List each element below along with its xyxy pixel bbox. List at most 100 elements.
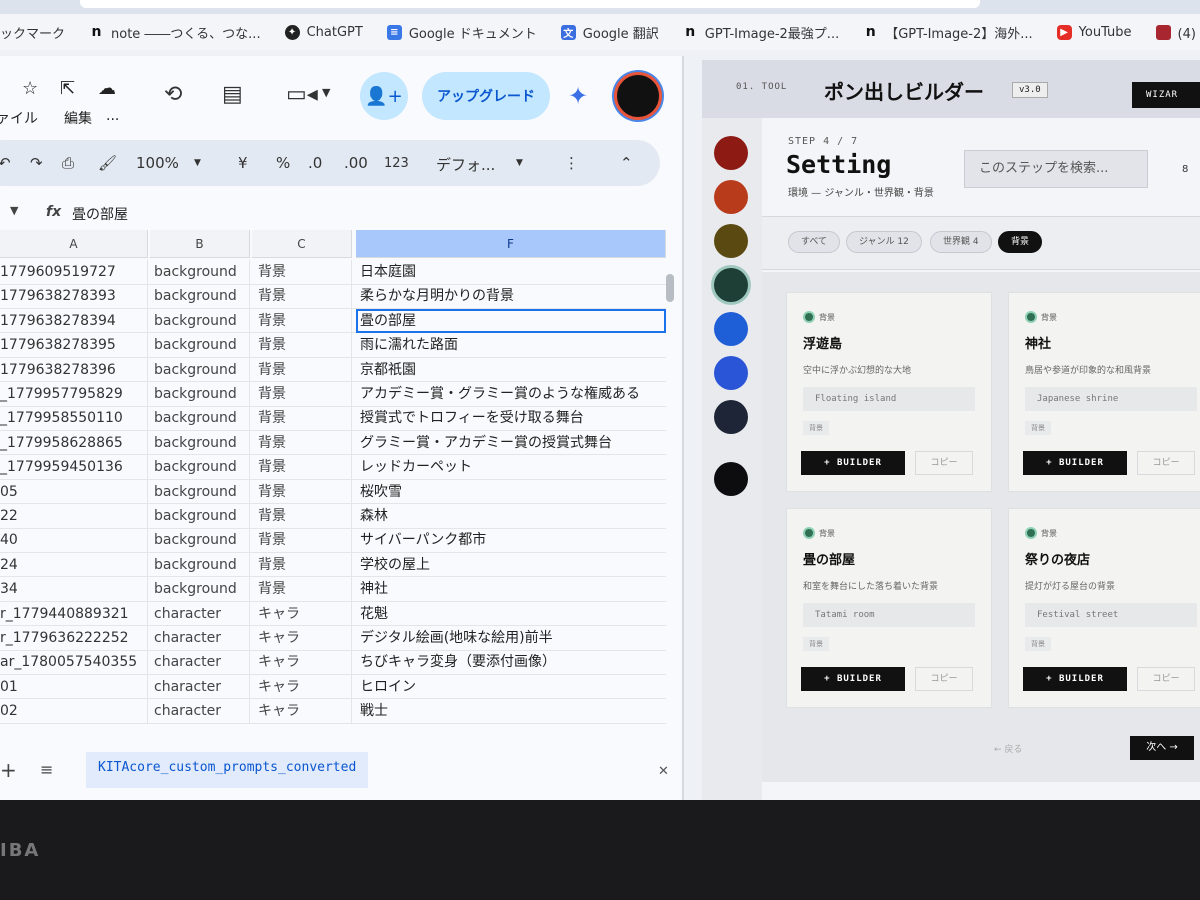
cell-c[interactable]: 背景	[252, 382, 352, 406]
font-select[interactable]: デフォ...	[436, 154, 495, 175]
menu-file[interactable]: ァイル	[0, 108, 38, 128]
cell-f[interactable]: 柔らかな月明かりの背景	[356, 284, 666, 308]
all-sheets-icon[interactable]: ≡	[40, 760, 53, 779]
cell-f[interactable]: 授賞式でトロフィーを受け取る舞台	[356, 406, 666, 430]
cell-c[interactable]: 背景	[252, 479, 352, 504]
add-to-builder-button[interactable]: + BUILDER	[1023, 451, 1127, 475]
bookmark-note[interactable]: n note ――つくる、つな...	[89, 23, 261, 42]
step-dot[interactable]	[714, 268, 748, 302]
menu-edit[interactable]: 編集	[64, 108, 92, 128]
cell-f[interactable]: 花魁	[356, 602, 666, 626]
cell-c[interactable]: 背景	[252, 357, 352, 382]
copy-button[interactable]: コピー	[1137, 667, 1195, 691]
move-folder-icon[interactable]: ⇱	[60, 78, 75, 100]
cell-c[interactable]: 背景	[252, 577, 352, 602]
cell-a[interactable]: 01	[0, 674, 148, 699]
cell-f[interactable]: アカデミー賞・グラミー賞のような権威ある	[356, 382, 666, 406]
add-to-builder-button[interactable]: + BUILDER	[801, 451, 905, 475]
cell-b[interactable]: background	[150, 577, 250, 602]
cell-a[interactable]: 1779638278394	[0, 308, 148, 333]
cell-b[interactable]: background	[150, 406, 250, 431]
upgrade-button[interactable]: アップグレード	[422, 72, 550, 120]
cell-a[interactable]: 1779609519727	[0, 260, 148, 284]
cell-a[interactable]: _1779958628865	[0, 430, 148, 455]
number-format-button[interactable]: 123	[384, 156, 409, 171]
zoom-select[interactable]: 100%	[136, 154, 179, 172]
bookmark-google-translate[interactable]: 文 Google 翻訳	[560, 23, 659, 42]
step-dot[interactable]	[714, 224, 748, 258]
next-button[interactable]: 次へ →	[1130, 736, 1194, 760]
cell-a[interactable]: _1779958550110	[0, 406, 148, 431]
increase-decimal-button[interactable]: .00	[344, 154, 368, 172]
card-english-prompt[interactable]: Tatami room	[803, 603, 975, 627]
currency-format-button[interactable]: ¥	[238, 154, 248, 172]
cell-b[interactable]: background	[150, 430, 250, 455]
paint-format-icon[interactable]: 🖌	[98, 154, 117, 172]
cell-c[interactable]: 背景	[252, 504, 352, 528]
cell-b[interactable]: background	[150, 357, 250, 382]
cell-a[interactable]: 34	[0, 577, 148, 602]
redo-icon[interactable]: ↷	[30, 154, 43, 172]
collapse-toolbar-icon[interactable]: ⌃	[620, 154, 633, 172]
cell-b[interactable]: background	[150, 382, 250, 406]
cell-a[interactable]: 22	[0, 504, 148, 528]
filter-world[interactable]: 世界観 4	[930, 231, 992, 253]
cell-f[interactable]: 桜吹雪	[356, 480, 666, 504]
cell-c[interactable]: 背景	[252, 430, 352, 455]
cell-f[interactable]: 雨に濡れた路面	[356, 333, 666, 357]
cell-b[interactable]: background	[150, 333, 250, 358]
prev-button[interactable]: ← 戻る	[994, 742, 1022, 755]
cell-c[interactable]: 背景	[252, 528, 352, 553]
column-header-f[interactable]: F	[356, 230, 666, 258]
step-dot[interactable]	[714, 312, 748, 346]
cell-b[interactable]: background	[150, 552, 250, 577]
copy-button[interactable]: コピー	[915, 667, 973, 691]
bookmark-youtube[interactable]: ▶ YouTube	[1056, 24, 1132, 40]
undo-icon[interactable]: ↶	[0, 154, 11, 172]
print-icon[interactable]: ⎙	[62, 154, 74, 172]
avatar[interactable]	[614, 72, 662, 120]
cell-f[interactable]: 戦士	[356, 699, 666, 723]
chevron-down-icon[interactable]: ▼	[194, 158, 201, 168]
bookmark-gpt-image-overseas[interactable]: n 【GPT-Image-2】海外...	[863, 23, 1033, 42]
cell-c[interactable]: 背景	[252, 552, 352, 577]
cell-c[interactable]: キャラ	[252, 699, 352, 724]
card-english-prompt[interactable]: Festival street	[1025, 603, 1197, 627]
meet-icon[interactable]: ▭◂	[286, 82, 318, 107]
cell-a[interactable]: 1779638278395	[0, 333, 148, 358]
bookmark-ohenji[interactable]: (4) おへんじ帖	[1155, 23, 1200, 42]
formula-input[interactable]: 畳の部屋	[72, 204, 128, 224]
cell-b[interactable]: background	[150, 504, 250, 528]
add-sheet-icon[interactable]: +	[0, 758, 17, 782]
cell-b[interactable]: character	[150, 674, 250, 699]
column-header-c[interactable]: C	[252, 230, 352, 258]
cell-a[interactable]: 40	[0, 528, 148, 553]
card-english-prompt[interactable]: Japanese shrine	[1025, 387, 1197, 411]
filter-background[interactable]: 背景	[998, 231, 1043, 253]
cell-f[interactable]: デジタル絵画(地味な絵用)前半	[356, 626, 666, 650]
cell-f[interactable]: ちびキャラ変身（要添付画像）	[356, 650, 666, 674]
bookmark-folder[interactable]: ックマーク	[0, 23, 65, 42]
menu-more[interactable]: ...	[106, 108, 119, 124]
cell-a[interactable]: 1779638278393	[0, 284, 148, 309]
add-to-builder-button[interactable]: + BUILDER	[801, 667, 905, 691]
cell-c[interactable]: 背景	[252, 333, 352, 358]
filter-genre[interactable]: ジャンル 12	[846, 231, 922, 253]
cell-a[interactable]: 05	[0, 479, 148, 504]
column-header-b[interactable]: B	[150, 230, 250, 258]
cell-b[interactable]: background	[150, 479, 250, 504]
cell-c[interactable]: 背景	[252, 308, 352, 333]
cell-c[interactable]: キャラ	[252, 650, 352, 675]
cell-f[interactable]: 森林	[356, 504, 666, 528]
cell-f[interactable]: ヒロイン	[356, 675, 666, 699]
cell-a[interactable]: 1779638278396	[0, 357, 148, 382]
cell-c[interactable]: キャラ	[252, 674, 352, 699]
column-header-a[interactable]: A	[0, 230, 148, 258]
active-tab[interactable]	[80, 0, 980, 8]
cell-c[interactable]: 背景	[252, 260, 352, 284]
cell-f[interactable]: グラミー賞・アカデミー賞の授賞式舞台	[356, 431, 666, 455]
cell-b[interactable]: background	[150, 455, 250, 480]
cell-f[interactable]: 日本庭園	[356, 260, 666, 284]
cell-c[interactable]: 背景	[252, 406, 352, 431]
step-dot[interactable]	[714, 462, 748, 496]
